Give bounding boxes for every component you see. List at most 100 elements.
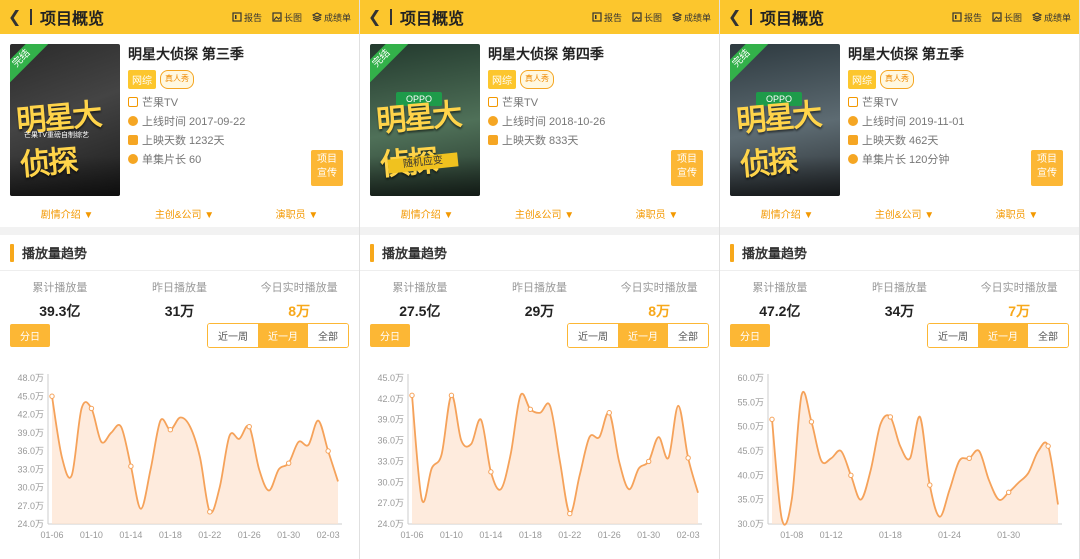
- scorecard-button[interactable]: 成绩单: [1031, 11, 1071, 24]
- genre-tag: 真人秀: [160, 70, 194, 89]
- top-bar: ❮ 项目概览 报告 长图 成绩单: [360, 0, 719, 34]
- days-text: 上映天数 833天: [502, 135, 579, 147]
- y-tick-label: 45.0万: [17, 391, 44, 401]
- by-day-button[interactable]: 分日: [730, 323, 770, 347]
- show-poster[interactable]: OPPO 明星大侦探 随机应变 完结: [370, 44, 480, 196]
- y-tick-label: 36.0万: [17, 446, 44, 456]
- y-tick-label: 30.0万: [17, 483, 44, 493]
- yesterday-plays: 昨日播放量 34万: [840, 279, 960, 321]
- y-tick-label: 42.0万: [17, 410, 44, 420]
- data-point: [645, 458, 652, 465]
- back-arrow-icon[interactable]: ❮: [728, 7, 746, 27]
- cast-dropdown[interactable]: 演职员 ▼: [996, 206, 1039, 221]
- by-day-button[interactable]: 分日: [10, 323, 50, 347]
- total-plays-value: 27.5亿: [399, 303, 441, 319]
- platform-text: 芒果TV: [862, 97, 899, 109]
- plot-intro-dropdown[interactable]: 剧情介绍 ▼: [401, 206, 454, 221]
- x-tick-label: 01-08: [780, 530, 803, 540]
- today-plays-value: 8万: [648, 303, 671, 319]
- data-point: [88, 405, 95, 412]
- page-title: 项目概览: [400, 11, 465, 28]
- range-selector: 近一周 近一月 全部: [927, 322, 1069, 348]
- show-meta: 明星大侦探 第五季 网综 真人秀 芒果TV 上线时间 2019-11-01 上映…: [840, 44, 1069, 199]
- range-week-tab[interactable]: 近一周: [208, 323, 258, 347]
- range-month-tab[interactable]: 近一月: [258, 323, 308, 347]
- creators-dropdown[interactable]: 主创&公司 ▼: [875, 206, 934, 221]
- long-image-button[interactable]: 长图: [992, 11, 1022, 24]
- release-row: 上线时间 2018-10-26: [488, 114, 709, 128]
- show-info: OPPO 明星大侦探 随机应变 完结 明星大侦探 第四季 网综 真人秀 芒果TV…: [360, 34, 719, 199]
- section-marker: [10, 243, 14, 262]
- y-tick-label: 48.0万: [17, 373, 44, 383]
- clock-icon: [488, 116, 498, 126]
- today-plays-label: 今日实时播放量: [620, 282, 698, 294]
- poster-art-subtitle: 芒果TV重磅自制综艺: [24, 132, 89, 139]
- yesterday-plays-value: 31万: [164, 303, 195, 319]
- long-image-button[interactable]: 长图: [632, 11, 662, 24]
- project-panel: ❮ 项目概览 报告 长图 成绩单 OPPO 明星大侦探 完结 明星大侦探 第五季: [720, 0, 1080, 559]
- plot-intro-dropdown[interactable]: 剧情介绍 ▼: [41, 206, 94, 221]
- long-image-button[interactable]: 长图: [272, 11, 302, 24]
- range-all-tab[interactable]: 全部: [1028, 323, 1068, 347]
- range-week-tab[interactable]: 近一周: [928, 323, 978, 347]
- range-month-tab[interactable]: 近一月: [618, 323, 668, 347]
- y-tick-label: 30.0万: [737, 519, 764, 529]
- creators-dropdown[interactable]: 主创&公司 ▼: [515, 206, 574, 221]
- range-month-tab[interactable]: 近一月: [978, 323, 1028, 347]
- platform-text: 芒果TV: [502, 97, 539, 109]
- x-tick-label: 01-18: [159, 530, 182, 540]
- data-point: [808, 419, 815, 425]
- y-tick-label: 45.0万: [377, 373, 404, 383]
- range-all-tab[interactable]: 全部: [308, 323, 348, 347]
- release-text: 上线时间 2017-09-22: [142, 116, 246, 128]
- data-point: [887, 414, 894, 420]
- title-divider: [750, 9, 752, 25]
- trend-title: 播放量趋势: [742, 246, 808, 261]
- promo-line-2: 宣传: [1037, 168, 1057, 179]
- by-day-button[interactable]: 分日: [370, 323, 410, 347]
- back-arrow-icon[interactable]: ❮: [368, 7, 386, 27]
- x-tick-label: 01-30: [277, 530, 300, 540]
- play-trend-chart: 24.0万 27.0万 30.0万 33.0万 36.0万 39.0万 42.0万 45.0万…: [0, 368, 359, 559]
- chart-controls: 分日 近一周 近一月 全部: [720, 321, 1079, 349]
- y-tick-label: 50.0万: [737, 422, 764, 432]
- report-button[interactable]: 报告: [952, 11, 982, 24]
- cast-dropdown[interactable]: 演职员 ▼: [636, 206, 679, 221]
- scorecard-label: 成绩单: [323, 12, 351, 23]
- today-plays: 今日实时播放量 7万: [959, 279, 1079, 321]
- scorecard-button[interactable]: 成绩单: [671, 11, 711, 24]
- cast-dropdown[interactable]: 演职员 ▼: [276, 206, 319, 221]
- show-title: 明星大侦探 第五季: [848, 46, 964, 62]
- detail-tabs: 剧情介绍 ▼ 主创&公司 ▼ 演职员 ▼: [0, 199, 359, 235]
- mango-tv-icon: [848, 97, 858, 107]
- show-poster[interactable]: 明星大侦探 芒果TV重磅自制综艺 完结: [10, 44, 120, 196]
- y-tick-label: 40.0万: [737, 470, 764, 480]
- x-tick-label: 01-06: [400, 530, 423, 540]
- series-area: [772, 391, 1058, 525]
- detail-tabs: 剧情介绍 ▼ 主创&公司 ▼ 演职员 ▼: [720, 199, 1079, 235]
- plot-intro-dropdown[interactable]: 剧情介绍 ▼: [761, 206, 814, 221]
- back-arrow-icon[interactable]: ❮: [8, 7, 26, 27]
- y-tick-label: 42.0万: [377, 394, 404, 404]
- type-tag: 网综: [128, 70, 156, 89]
- show-poster[interactable]: OPPO 明星大侦探 完结: [730, 44, 840, 196]
- report-icon: [232, 12, 242, 22]
- report-button[interactable]: 报告: [592, 11, 622, 24]
- project-promo-button[interactable]: 项目 宣传: [1031, 150, 1063, 186]
- scorecard-button[interactable]: 成绩单: [311, 11, 351, 24]
- range-all-tab[interactable]: 全部: [668, 323, 708, 347]
- report-button[interactable]: 报告: [232, 11, 262, 24]
- scorecard-icon: [311, 12, 322, 22]
- data-point: [966, 455, 972, 462]
- report-icon: [592, 12, 602, 22]
- range-week-tab[interactable]: 近一周: [568, 323, 618, 347]
- y-tick-label: 24.0万: [17, 519, 44, 529]
- scorecard-label: 成绩单: [1043, 12, 1071, 23]
- timer-icon: [128, 154, 138, 164]
- trend-title: 播放量趋势: [382, 246, 448, 261]
- x-tick-label: 01-26: [598, 530, 621, 540]
- project-promo-button[interactable]: 项目 宣传: [311, 150, 343, 186]
- creators-dropdown[interactable]: 主创&公司 ▼: [155, 206, 214, 221]
- yesterday-plays-label: 昨日播放量: [872, 282, 927, 294]
- project-promo-button[interactable]: 项目 宣传: [671, 150, 703, 186]
